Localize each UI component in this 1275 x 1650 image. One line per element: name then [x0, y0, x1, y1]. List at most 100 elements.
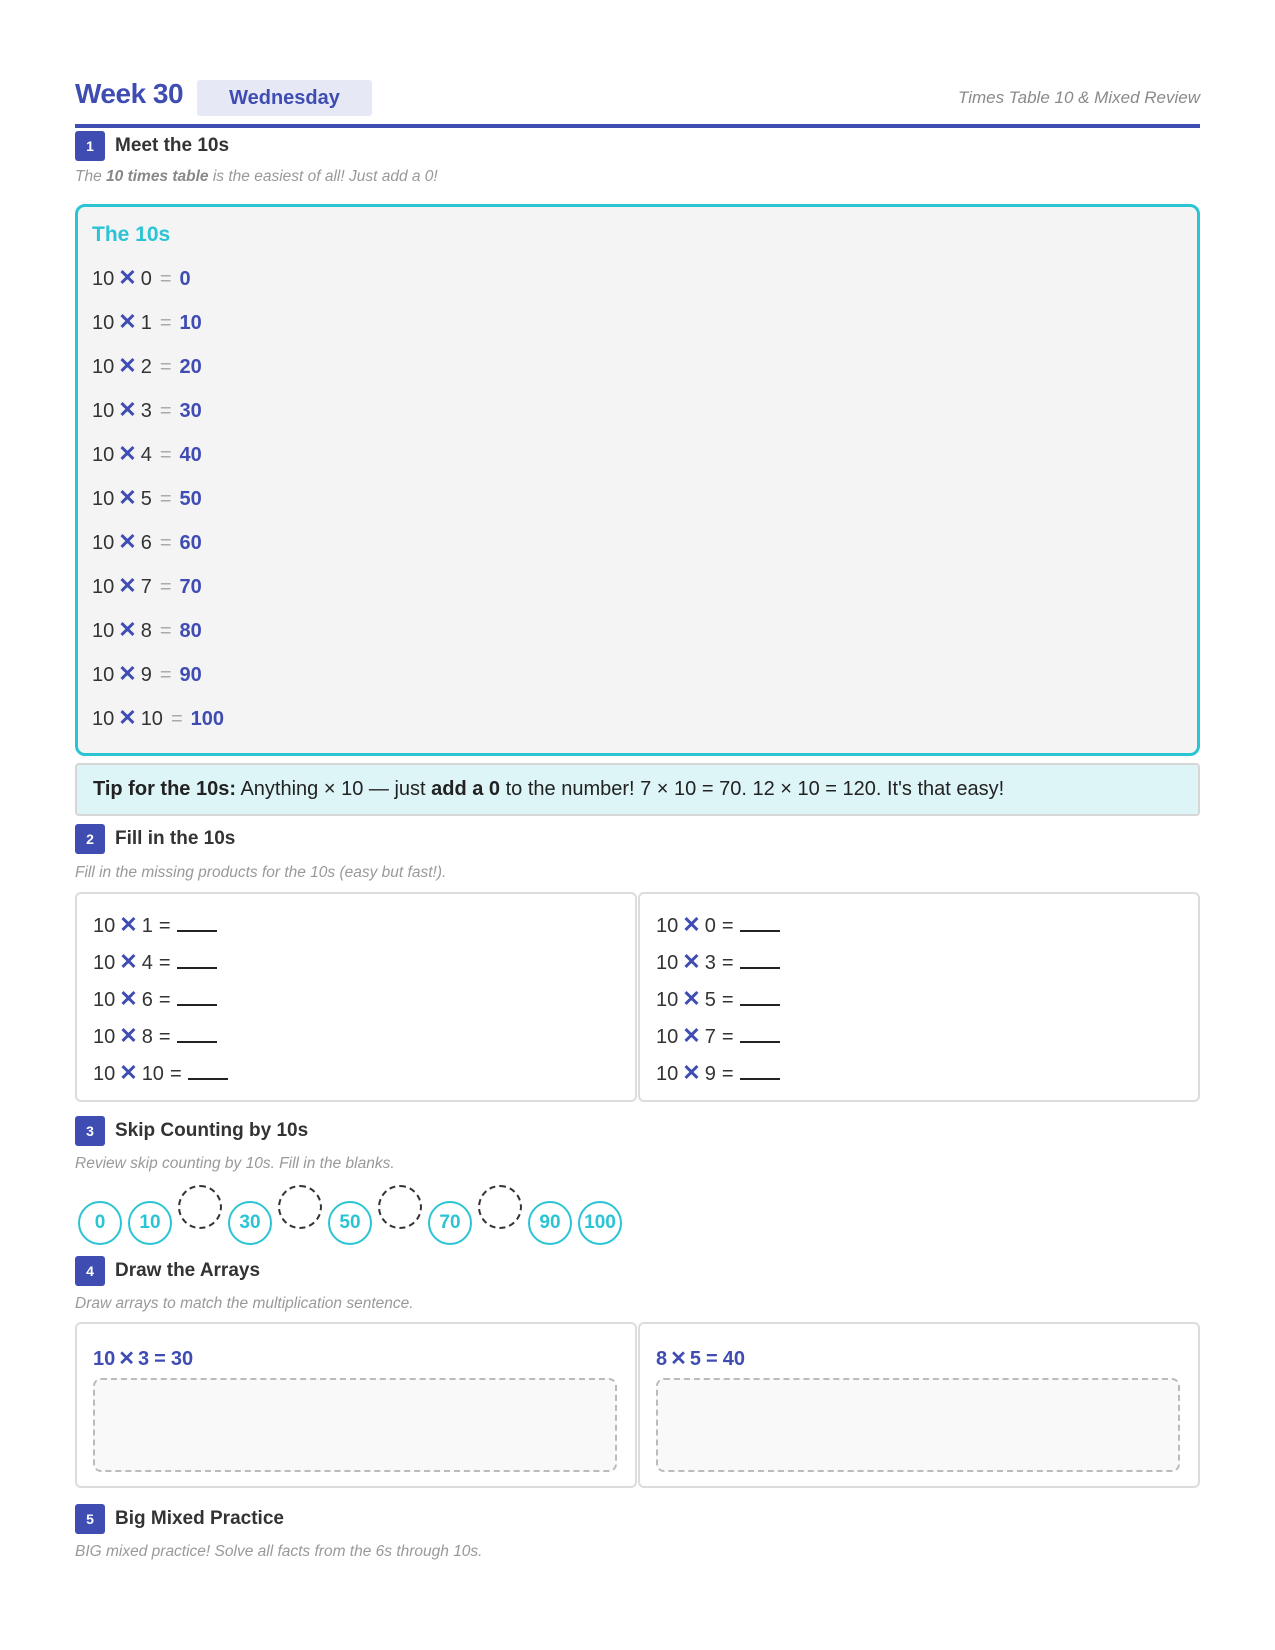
equals-sign: =	[159, 576, 172, 598]
equals-sign: =	[721, 915, 734, 937]
array-drawing-area[interactable]	[656, 1378, 1180, 1472]
day-badge: Wednesday	[197, 80, 372, 116]
equals-sign: =	[158, 1026, 171, 1048]
fact-factor: 10	[92, 356, 115, 378]
fact-row: 10 ✕ 9 = 90	[92, 661, 202, 689]
answer-blank[interactable]	[176, 988, 217, 1006]
fact-answer: 50	[179, 488, 202, 510]
fact-factor: 7	[140, 576, 152, 598]
fact-factor: 8	[140, 620, 152, 642]
equals-sign: =	[159, 444, 172, 466]
tip-text: Anything × 10 — just	[236, 778, 432, 800]
answer-blank[interactable]	[739, 951, 780, 969]
fact-factor: 5	[140, 488, 152, 510]
worksheet-header: Week 30 Wednesday Times Table 10 & Mixed…	[75, 72, 1200, 128]
skip-count-blank[interactable]	[278, 1185, 322, 1229]
equals-sign: =	[154, 1348, 166, 1370]
times-icon: ✕	[118, 705, 137, 730]
tens-table-box: The 10s 10 ✕ 0 = 0 10 ✕ 1 = 10 10 ✕ 2 = 20 10 ✕ 3 = 30 10 ✕ 4 =…	[75, 204, 1200, 756]
times-icon: ✕	[682, 986, 701, 1011]
problem-factor: 10	[93, 1063, 116, 1085]
answer-blank[interactable]	[176, 914, 217, 932]
answer-blank[interactable]	[187, 1062, 228, 1080]
fact-factor: 0	[140, 268, 152, 290]
fact-answer: 100	[190, 708, 224, 730]
tens-table-title: The 10s	[92, 223, 171, 246]
times-icon: ✕	[118, 573, 137, 598]
answer-blank[interactable]	[176, 1025, 217, 1043]
equals-sign: =	[159, 488, 172, 510]
week-label: Week 30	[75, 78, 184, 109]
fact-factor: 2	[140, 356, 152, 378]
skip-count-blank[interactable]	[478, 1185, 522, 1229]
problem-factor: 1	[141, 915, 153, 937]
times-icon: ✕	[118, 441, 137, 466]
fact-answer: 70	[179, 576, 202, 598]
times-icon: ✕	[118, 309, 137, 334]
skip-count-blank[interactable]	[378, 1185, 422, 1229]
answer-blank[interactable]	[739, 914, 780, 932]
fill-problem: 10 ✕ 3 =	[656, 949, 780, 975]
fact-answer: 60	[179, 532, 202, 554]
answer-blank[interactable]	[739, 1025, 780, 1043]
problem-factor: 7	[704, 1026, 716, 1048]
times-icon: ✕	[119, 1060, 138, 1085]
section-title: Skip Counting by 10s	[115, 1120, 309, 1141]
fact-answer: 30	[179, 400, 202, 422]
skip-count-bubble: 0	[78, 1201, 122, 1245]
array-panel: 8 ✕ 5 = 40	[638, 1322, 1200, 1488]
problem-factor: 10	[141, 1063, 164, 1085]
section-title: Draw the Arrays	[115, 1260, 261, 1281]
answer-blank[interactable]	[176, 951, 217, 969]
times-icon: ✕	[118, 529, 137, 554]
fill-panel-left: 10 ✕ 1 = 10 ✕ 4 = 10 ✕ 6 = 10 ✕ 8 = 10 ✕ 10 =	[75, 892, 637, 1102]
times-icon: ✕	[118, 661, 137, 686]
fill-problem: 10 ✕ 9 =	[656, 1060, 780, 1086]
fact-row: 10 ✕ 3 = 30	[92, 397, 202, 425]
section-number: 3	[75, 1116, 105, 1146]
fact-row: 10 ✕ 10 = 100	[92, 705, 224, 733]
array-factor: 8	[656, 1348, 668, 1370]
section-5-description: BIG mixed practice! Solve all facts from…	[75, 1543, 483, 1560]
answer-blank[interactable]	[739, 1062, 780, 1080]
fill-problem: 10 ✕ 7 =	[656, 1023, 780, 1049]
fill-problem: 10 ✕ 10 =	[93, 1060, 228, 1086]
fill-panel-right: 10 ✕ 0 = 10 ✕ 3 = 10 ✕ 5 = 10 ✕ 7 = 10 ✕ 9 =	[638, 892, 1200, 1102]
problem-factor: 0	[704, 915, 716, 937]
equals-sign: =	[159, 664, 172, 686]
times-icon: ✕	[118, 353, 137, 378]
times-icon: ✕	[119, 986, 138, 1011]
fill-problem: 10 ✕ 5 =	[656, 986, 780, 1012]
array-panel: 10 ✕ 3 = 30	[75, 1322, 637, 1488]
array-drawing-area[interactable]	[93, 1378, 617, 1472]
array-result: 30	[170, 1348, 194, 1370]
fact-row: 10 ✕ 2 = 20	[92, 353, 202, 381]
section-2-description: Fill in the missing products for the 10s…	[75, 864, 447, 881]
skip-count-blank[interactable]	[178, 1185, 222, 1229]
times-icon: ✕	[118, 397, 137, 422]
answer-blank[interactable]	[739, 988, 780, 1006]
fill-problem: 10 ✕ 4 =	[93, 949, 217, 975]
problem-factor: 10	[656, 915, 679, 937]
problem-factor: 10	[93, 989, 116, 1011]
fact-row: 10 ✕ 5 = 50	[92, 485, 202, 513]
times-icon: ✕	[682, 912, 701, 937]
fact-row: 10 ✕ 8 = 80	[92, 617, 202, 645]
times-icon: ✕	[682, 949, 701, 974]
fact-factor: 10	[92, 268, 115, 290]
array-sentence: 8 ✕ 5 = 40	[656, 1346, 745, 1371]
equals-sign: =	[159, 312, 172, 334]
fact-factor: 10	[92, 312, 115, 334]
problem-factor: 6	[141, 989, 153, 1011]
array-factor: 5	[689, 1348, 702, 1370]
fact-factor: 10	[92, 620, 115, 642]
fact-factor: 10	[92, 444, 115, 466]
section-title: Fill in the 10s	[115, 828, 236, 849]
problem-factor: 10	[93, 915, 116, 937]
problem-factor: 10	[93, 952, 116, 974]
array-result: 40	[722, 1348, 745, 1370]
equals-sign: =	[159, 356, 172, 378]
skip-count-bubble: 70	[428, 1201, 472, 1245]
equals-sign: =	[159, 532, 172, 554]
fact-row: 10 ✕ 4 = 40	[92, 441, 202, 469]
